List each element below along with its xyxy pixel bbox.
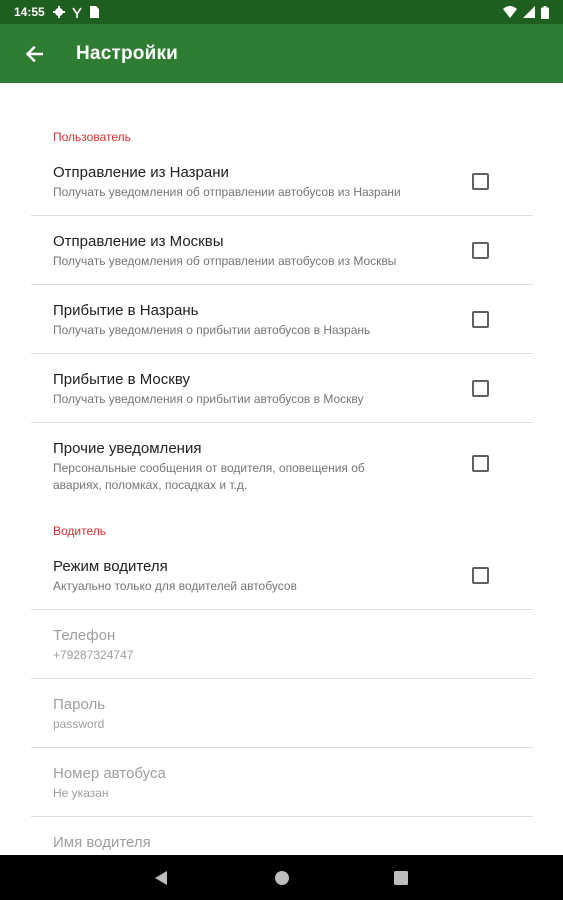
signal-icon <box>72 7 82 18</box>
divider <box>31 678 533 679</box>
pref-password: Пароль password <box>0 687 563 747</box>
status-bar: 14:55 <box>0 0 563 24</box>
checkbox-other-notifications[interactable] <box>472 455 489 472</box>
pref-title: Имя водителя <box>53 834 151 851</box>
pref-title: Телефон <box>53 627 116 644</box>
divider <box>31 353 533 354</box>
divider <box>31 747 533 748</box>
app-bar: Настройки <box>0 24 563 83</box>
pref-summary: +79287324747 <box>53 648 134 662</box>
cell-signal-icon <box>523 6 535 18</box>
status-time: 14:55 <box>14 5 45 19</box>
settings-list[interactable]: Пользователь Отправление из Назрани Полу… <box>0 83 563 855</box>
pref-arrival-nazran[interactable]: Прибытие в Назрань Получать уведомления … <box>0 293 563 353</box>
pref-summary: Не указан <box>53 786 109 800</box>
navigation-bar <box>0 855 563 900</box>
pref-title: Пароль <box>53 696 106 713</box>
pref-title: Прибытие в Москву <box>53 371 190 388</box>
pref-summary: Актуально только для водителей автобусов <box>53 579 297 593</box>
sim-card-icon <box>89 6 99 18</box>
pref-title: Отправление из Назрани <box>53 164 229 181</box>
pref-summary: Получать уведомления о прибытии автобусо… <box>53 323 371 337</box>
battery-icon <box>541 5 549 19</box>
divider <box>31 215 533 216</box>
pref-title: Отправление из Москвы <box>53 233 224 250</box>
pref-other-notifications[interactable]: Прочие уведомления Персональные сообщени… <box>0 431 563 503</box>
divider <box>31 609 533 610</box>
pref-title: Режим водителя <box>53 558 168 575</box>
pref-driver-mode[interactable]: Режим водителя Актуально только для води… <box>0 549 563 609</box>
pref-summary: Получать уведомления об отправлении авто… <box>53 254 397 268</box>
checkbox-arrival-moscow[interactable] <box>472 380 489 397</box>
pref-summary: Получать уведомления о прибытии автобусо… <box>53 392 364 406</box>
page-title: Настройки <box>76 42 179 64</box>
pref-departure-nazran[interactable]: Отправление из Назрани Получать уведомле… <box>0 155 563 215</box>
pref-title: Прочие уведомления <box>53 440 202 457</box>
divider <box>31 422 533 423</box>
pref-title: Номер автобуса <box>53 765 166 782</box>
back-button[interactable] <box>0 24 68 83</box>
pref-departure-moscow[interactable]: Отправление из Москвы Получать уведомлен… <box>0 224 563 284</box>
back-triangle-icon <box>155 870 167 885</box>
divider <box>31 284 533 285</box>
category-user: Пользователь <box>53 130 131 144</box>
pref-title: Прибытие в Назрань <box>53 302 199 319</box>
pref-phone: Телефон +79287324747 <box>0 618 563 678</box>
nav-back-button[interactable] <box>131 855 191 900</box>
pref-summary: password <box>53 717 105 731</box>
pref-summary: Персональные сообщения от водителя, опов… <box>53 461 365 492</box>
settings-icon <box>52 6 65 18</box>
recents-square-icon <box>394 870 408 885</box>
pref-bus-number: Номер автобуса Не указан <box>0 756 563 816</box>
category-driver: Водитель <box>53 524 107 538</box>
arrow-back-icon <box>25 45 43 62</box>
wifi-icon <box>503 6 517 18</box>
checkbox-arrival-nazran[interactable] <box>472 311 489 328</box>
nav-recents-button[interactable] <box>371 855 431 900</box>
pref-summary: Получать уведомления об отправлении авто… <box>53 185 401 199</box>
checkbox-departure-moscow[interactable] <box>472 242 489 259</box>
pref-arrival-moscow[interactable]: Прибытие в Москву Получать уведомления о… <box>0 362 563 422</box>
divider <box>31 816 533 817</box>
checkbox-departure-nazran[interactable] <box>472 173 489 190</box>
nav-home-button[interactable] <box>252 855 312 900</box>
checkbox-driver-mode[interactable] <box>472 567 489 584</box>
pref-driver-name: Имя водителя <box>0 825 563 855</box>
home-circle-icon <box>275 870 289 885</box>
